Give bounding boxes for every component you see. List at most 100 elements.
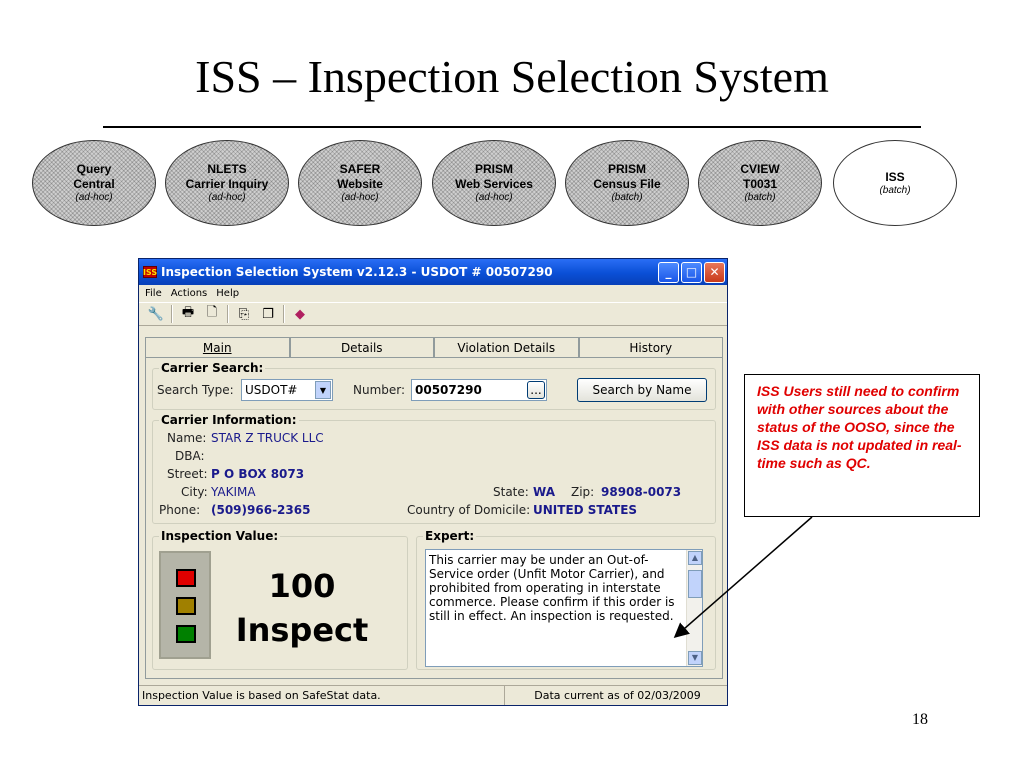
status-right: Data current as of 02/03/2009 [534, 689, 701, 702]
carrier-country: UNITED STATES [533, 503, 638, 517]
window-title: Inspection Selection System v2.12.3 - US… [161, 265, 553, 279]
title-divider [103, 126, 921, 128]
oval-line: CVIEW [740, 162, 780, 176]
slide-title: ISS – Inspection Selection System [195, 51, 829, 102]
pages-icon[interactable]: ❐ [259, 305, 277, 323]
tab-main[interactable]: Main [145, 337, 290, 357]
oval-line: Census File [593, 177, 661, 191]
page-number: 18 [912, 711, 928, 728]
callout-text: ISS Users still need to confirm with oth… [757, 383, 962, 471]
oval-line: ISS [885, 169, 905, 184]
status-bar: Inspection Value is based on SafeStat da… [139, 685, 727, 705]
carrier-city: YAKIMA [211, 485, 256, 499]
minimize-button[interactable]: _ [658, 261, 679, 283]
inspection-value-number: 100 [268, 567, 336, 605]
carrier-name: STAR Z TRUCK LLC [211, 431, 324, 445]
carrier-street: P O BOX 8073 [211, 467, 305, 481]
oval-line: SAFER [339, 162, 381, 176]
iss-app-icon: ISS [142, 266, 158, 278]
oval-line: Website [337, 177, 383, 191]
tab-violation-details[interactable]: Violation Details [434, 337, 579, 357]
oval-line: Central [73, 177, 115, 191]
inspection-value-heading: Inspection Value: [159, 529, 281, 543]
menu-bar: File Actions Help [139, 285, 727, 302]
book-icon[interactable]: ◆ [291, 305, 309, 323]
inspection-recommendation: Inspect [235, 611, 369, 649]
print-preview-icon[interactable]: 🗋 [203, 305, 221, 323]
oval-nlets: NLETS Carrier Inquiry (ad-hoc) [165, 140, 289, 226]
maximize-button[interactable]: □ [681, 261, 702, 283]
phone-label: Phone: [159, 503, 201, 517]
tab-strip: Main Details Violation Details History [145, 337, 723, 357]
oval-query-central: Query Central (ad-hoc) [32, 140, 156, 226]
oval-line: Query [76, 162, 112, 176]
title-bar[interactable]: ISS Inspection Selection System v2.12.3 … [139, 259, 727, 285]
oval-prism-census: PRISM Census File (batch) [565, 140, 689, 226]
oval-safer: SAFER Website (ad-hoc) [298, 140, 422, 226]
search-type-select[interactable]: USDOT# ▼ [241, 379, 333, 401]
copy-icon[interactable]: ⎘ [235, 305, 253, 323]
tab-details[interactable]: Details [289, 337, 434, 357]
carrier-information-group: Carrier Information: Name: STAR Z TRUCK … [152, 413, 716, 524]
expert-scrollbar[interactable]: ▲ ▼ [686, 550, 702, 666]
number-label: Number: [353, 383, 406, 397]
dba-label: DBA: [175, 449, 205, 463]
status-left: Inspection Value is based on SafeStat da… [139, 686, 505, 705]
oval-line: NLETS [207, 162, 247, 176]
country-label: Country of Domicile: [407, 503, 531, 517]
printer-icon[interactable]: 🖶 [179, 305, 197, 323]
oval-line: Carrier Inquiry [185, 177, 269, 191]
close-button[interactable]: ✕ [704, 261, 725, 283]
tab-history[interactable]: History [578, 337, 723, 357]
browse-button[interactable]: ... [527, 381, 545, 399]
oval-mode: (batch) [744, 192, 776, 203]
toolbar-separator [283, 305, 285, 323]
oval-line: Web Services [455, 177, 533, 191]
iss-window: ISS Inspection Selection System v2.12.3 … [138, 258, 728, 706]
expert-textarea[interactable]: This carrier may be under an Out-of-Serv… [425, 549, 703, 667]
expert-group: Expert: This carrier may be under an Out… [416, 529, 716, 670]
oval-iss: ISS (batch) [833, 140, 957, 226]
red-light-icon [176, 569, 196, 587]
green-light-icon [176, 625, 196, 643]
menu-help[interactable]: Help [216, 288, 239, 299]
search-by-name-button[interactable]: Search by Name [577, 378, 707, 402]
oval-line: PRISM [474, 162, 513, 176]
zip-label: Zip: [571, 485, 595, 499]
carrier-state: WA [533, 485, 555, 499]
expert-message: This carrier may be under an Out-of-Serv… [429, 553, 675, 623]
oval-mode: (ad-hoc) [475, 192, 513, 203]
menu-actions[interactable]: Actions [171, 288, 208, 299]
scroll-thumb[interactable] [688, 570, 702, 598]
inspection-value-display: 100 Inspect [221, 551, 383, 659]
oval-mode: (batch) [879, 184, 911, 196]
toolbar-separator [171, 305, 173, 323]
oval-mode: (batch) [611, 192, 643, 203]
scroll-down-icon[interactable]: ▼ [688, 651, 702, 665]
name-label: Name: [167, 431, 207, 445]
street-label: Street: [167, 467, 208, 481]
carrier-zip: 98908-0073 [601, 485, 682, 499]
usdot-number-value: 00507290 [415, 383, 482, 397]
traffic-light [159, 551, 211, 659]
carrier-information-heading: Carrier Information: [159, 413, 299, 427]
tab-label: History [629, 340, 673, 355]
menu-file[interactable]: File [145, 288, 162, 299]
tab-label: Details [340, 340, 383, 355]
expert-heading: Expert: [423, 529, 477, 543]
tab-label: Main [202, 340, 232, 355]
oval-prism-web: PRISM Web Services (ad-hoc) [432, 140, 556, 226]
tab-label: Violation Details [457, 340, 556, 355]
oval-mode: (ad-hoc) [341, 192, 379, 203]
chevron-down-icon[interactable]: ▼ [315, 381, 331, 399]
inspection-value-group: Inspection Value: 100 Inspect [152, 529, 408, 670]
yellow-light-icon [176, 597, 196, 615]
oval-line: PRISM [607, 162, 646, 176]
usdot-number-input[interactable]: 00507290 ... [411, 379, 547, 401]
scroll-up-icon[interactable]: ▲ [688, 551, 702, 565]
data-source-ovals: Query Central (ad-hoc) NLETS Carrier Inq… [0, 140, 1024, 230]
oval-line: T0031 [742, 177, 778, 191]
carrier-search-heading: Carrier Search: [159, 361, 266, 375]
tools-icon[interactable]: 🔧 [147, 305, 165, 323]
oval-cview: CVIEW T0031 (batch) [698, 140, 822, 226]
